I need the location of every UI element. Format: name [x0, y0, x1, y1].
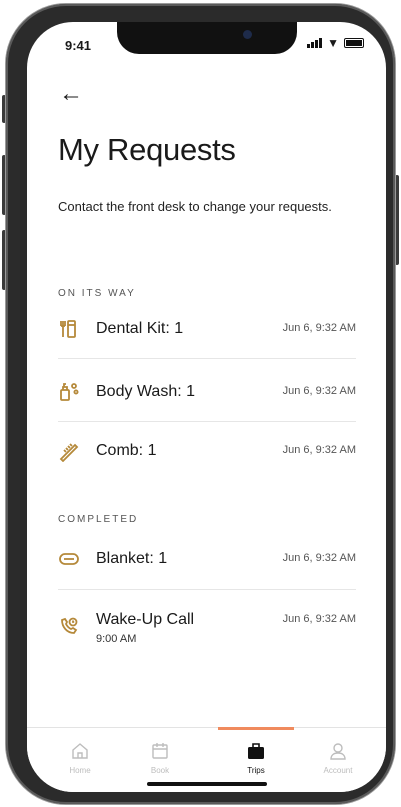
arrow-left-icon[interactable]: ← [59, 82, 83, 106]
camera [243, 30, 252, 39]
calendar-icon [151, 742, 169, 760]
request-label: Dental Kit: 1 [96, 320, 184, 337]
tab-label: Book [150, 766, 170, 775]
page-title: My Requests [58, 132, 236, 167]
page-description: Contact the front desk to change your re… [58, 199, 332, 214]
request-time: Jun 6, 9:32 AM [282, 385, 356, 397]
tab-label: Account [323, 766, 353, 775]
request-label: Wake-Up Call [96, 611, 195, 628]
tab-home[interactable]: Home [50, 728, 110, 792]
request-time: Jun 6, 9:32 AM [282, 444, 356, 456]
phone-screen: 9:41 ▼ ← My Requests Contact the front d… [27, 22, 386, 792]
comb-icon [58, 440, 80, 463]
section-heading-completed: COMPLETED [58, 514, 139, 525]
notch [117, 22, 297, 54]
request-label: Body Wash: 1 [96, 383, 196, 400]
tab-label: Trips [247, 766, 265, 775]
suitcase-icon [247, 742, 265, 760]
request-label: Comb: 1 [96, 442, 157, 459]
request-item-dental-kit[interactable]: Dental Kit: 1 Jun 6, 9:32 AM [58, 318, 356, 378]
request-label: Blanket: 1 [96, 550, 168, 567]
home-indicator [147, 782, 267, 786]
user-icon [329, 742, 347, 760]
request-item-comb[interactable]: Comb: 1 Jun 6, 9:32 AM [58, 440, 356, 500]
battery-icon [344, 38, 364, 48]
request-time: Jun 6, 9:32 AM [282, 552, 356, 564]
home-icon [71, 742, 89, 760]
request-item-wake-up-call[interactable]: Wake-Up Call 9:00 AM Jun 6, 9:32 AM [58, 609, 356, 669]
phone-frame: 9:41 ▼ ← My Requests Contact the front d… [6, 4, 395, 804]
request-time: Jun 6, 9:32 AM [282, 322, 356, 334]
status-time: 9:41 [65, 38, 92, 53]
divider [58, 421, 356, 422]
divider [58, 589, 356, 590]
wifi-icon: ▼ [327, 36, 339, 50]
dental-kit-icon [58, 318, 80, 340]
power-button [395, 175, 399, 265]
body-wash-icon [58, 381, 80, 403]
status-icons: ▼ [307, 36, 364, 50]
wake-up-call-icon [58, 615, 80, 637]
tab-bar: Home Book Trips Account [27, 727, 386, 792]
request-sub: 9:00 AM [96, 633, 137, 645]
tab-account[interactable]: Account [308, 728, 368, 792]
signal-icon [307, 38, 323, 48]
request-item-body-wash[interactable]: Body Wash: 1 Jun 6, 9:32 AM [58, 381, 356, 441]
divider [58, 358, 356, 359]
blanket-icon [58, 548, 80, 570]
tab-label: Home [69, 766, 91, 775]
request-item-blanket[interactable]: Blanket: 1 Jun 6, 9:32 AM [58, 548, 356, 608]
section-heading-on-its-way: ON ITS WAY [58, 288, 136, 299]
request-time: Jun 6, 9:32 AM [282, 613, 356, 625]
